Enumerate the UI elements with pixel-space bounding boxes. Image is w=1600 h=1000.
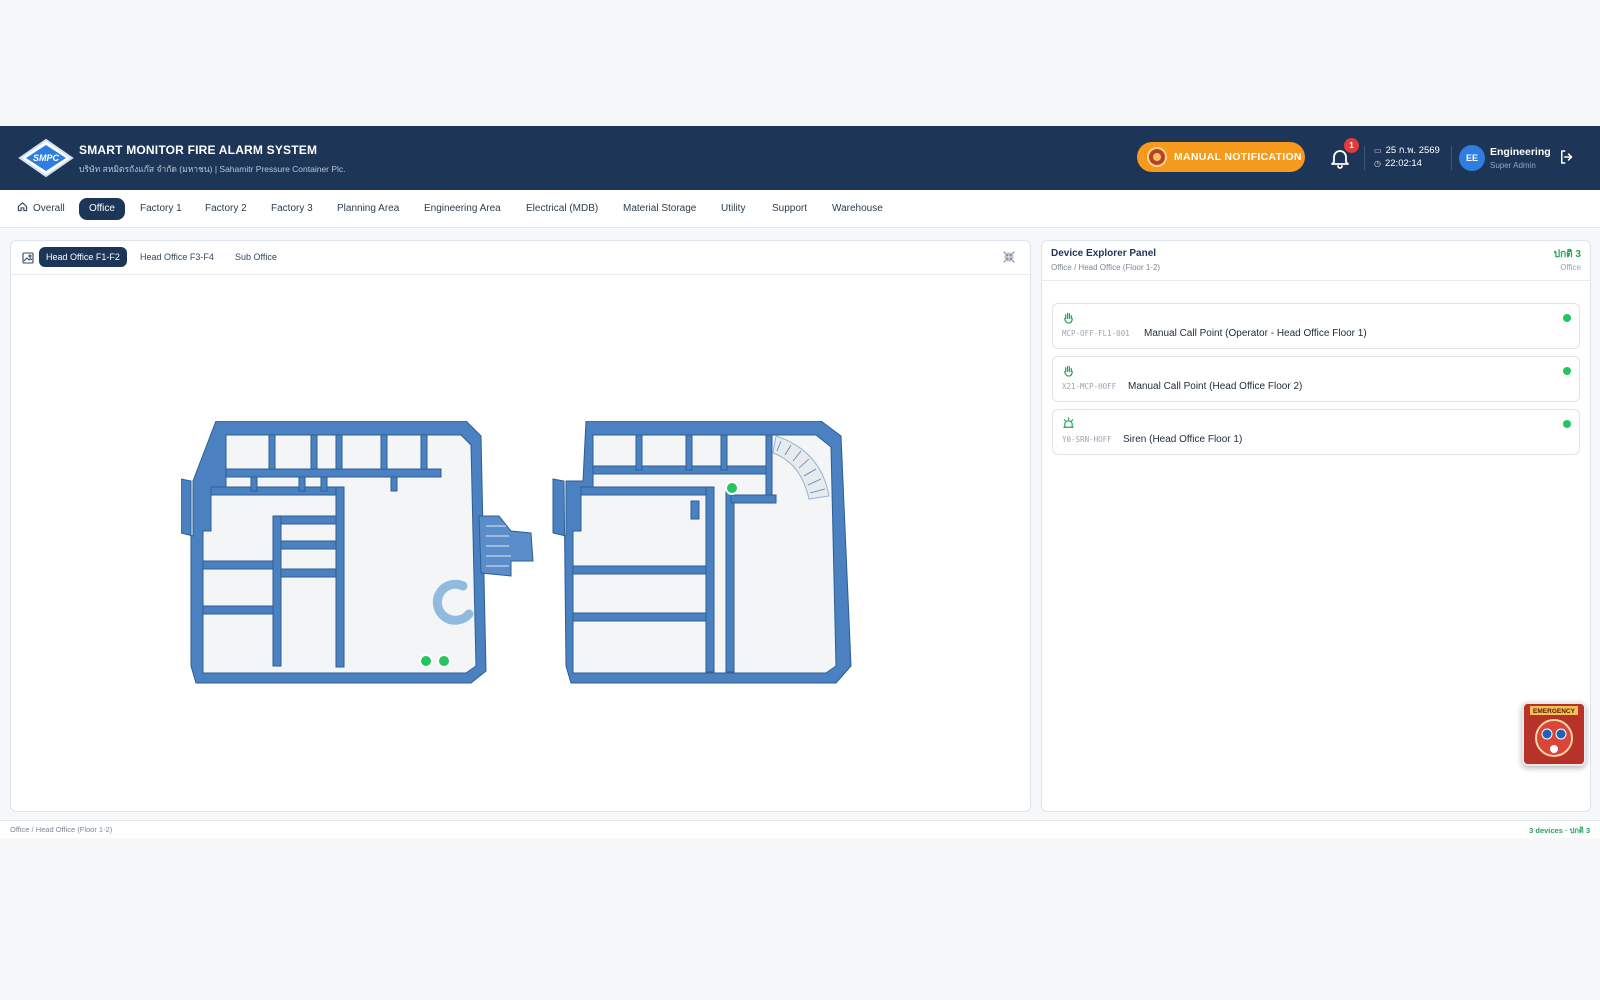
- device-panel-breadcrumb: Office / Head Office (Floor 1-2): [1051, 263, 1161, 272]
- nav-item-factory-1[interactable]: Factory 1: [140, 198, 182, 220]
- company-logo-icon[interactable]: SMPC: [18, 138, 74, 178]
- device-code: MCP-OFF-FL1-001: [1062, 329, 1130, 338]
- nav-item-planning-area[interactable]: Planning Area: [337, 198, 399, 220]
- nav-item-office[interactable]: Office: [79, 198, 125, 220]
- device-status-dot: [1563, 420, 1571, 428]
- siren-icon: [1063, 417, 1074, 428]
- clock-icon: ◷: [1374, 159, 1381, 168]
- header-divider: [1364, 146, 1365, 170]
- floorplan-panel: Head Office F1-F2 Head Office F3-F4 Sub …: [10, 240, 1031, 812]
- app-header: SMPC SMART MONITOR FIRE ALARM SYSTEM บริ…: [0, 126, 1600, 190]
- company-name: บริษัท สหมิตรถังแก๊ส จำกัด (มหาชน) | Sah…: [79, 164, 346, 174]
- device-code: X21-MCP-HOFF: [1062, 382, 1117, 391]
- app-title: SMART MONITOR FIRE ALARM SYSTEM: [79, 143, 318, 157]
- device-status-dot: [1563, 314, 1571, 322]
- calendar-icon: ▭: [1374, 146, 1382, 155]
- logo-text: SMPC: [33, 153, 60, 163]
- floorplan-tabs: Head Office F1-F2 Head Office F3-F4 Sub …: [11, 241, 1030, 275]
- home-icon: [17, 202, 28, 212]
- user-info[interactable]: Engineering Super Admin: [1490, 146, 1551, 170]
- device-status-dot: [1563, 367, 1571, 375]
- device-name: Manual Call Point (Head Office Floor 2): [1128, 381, 1303, 392]
- tab-sub-office[interactable]: Sub Office: [235, 247, 277, 267]
- header-divider: [1451, 146, 1452, 170]
- area-nav: Overall Office Factory 1 Factory 2 Facto…: [0, 190, 1600, 228]
- logout-icon[interactable]: [1558, 148, 1576, 166]
- nav-item-label: Overall: [33, 203, 65, 214]
- nav-item-warehouse[interactable]: Warehouse: [832, 198, 883, 220]
- device-name: Siren (Head Office Floor 1): [1123, 434, 1243, 445]
- manual-notification-label: MANUAL NOTIFICATION: [1174, 151, 1302, 163]
- device-panel-header: Device Explorer Panel Office / Head Offi…: [1042, 241, 1590, 281]
- device-explorer-panel: Device Explorer Panel Office / Head Offi…: [1041, 240, 1591, 812]
- nav-item-engineering-area[interactable]: Engineering Area: [424, 198, 501, 220]
- floorplan-3d-image[interactable]: [181, 421, 881, 706]
- current-date: 25 ก.พ. 2569: [1385, 145, 1440, 156]
- nav-item-electrical-mdb[interactable]: Electrical (MDB): [526, 198, 598, 220]
- datetime-display: ▭ 25 ก.พ. 2569 ◷ 22:02:14: [1374, 144, 1440, 170]
- device-card[interactable]: Y0-SRN-HOFF Siren (Head Office Floor 1): [1052, 409, 1580, 455]
- emergency-alarm-icon: EMERGENCY: [1524, 704, 1584, 764]
- emergency-label: EMERGENCY: [1533, 708, 1576, 715]
- nav-item-support[interactable]: Support: [772, 198, 807, 220]
- emergency-button[interactable]: EMERGENCY: [1522, 702, 1586, 766]
- manual-notification-button[interactable]: MANUAL NOTIFICATION: [1137, 142, 1305, 172]
- collapse-icon[interactable]: [1003, 251, 1015, 263]
- device-panel-title: Device Explorer Panel: [1051, 248, 1157, 259]
- nav-item-overall[interactable]: Overall: [17, 198, 65, 220]
- footer-breadcrumb: Office / Head Office (Floor 1-2): [10, 825, 113, 834]
- hand-icon: [1064, 312, 1073, 324]
- brand: SMART MONITOR FIRE ALARM SYSTEM บริษัท ส…: [79, 143, 346, 176]
- device-card[interactable]: X21-MCP-HOFF Manual Call Point (Head Off…: [1052, 356, 1580, 402]
- user-role: Super Admin: [1490, 161, 1536, 170]
- device-status-area: Office: [1560, 263, 1581, 272]
- nav-item-factory-2[interactable]: Factory 2: [205, 198, 247, 220]
- notification-count-badge: 1: [1344, 138, 1359, 153]
- user-avatar[interactable]: EE: [1459, 145, 1485, 171]
- hand-icon: [1064, 365, 1073, 377]
- status-bar: Office / Head Office (Floor 1-2) 3 devic…: [0, 820, 1600, 838]
- nav-item-utility[interactable]: Utility: [721, 198, 745, 220]
- nav-item-factory-3[interactable]: Factory 3: [271, 198, 313, 220]
- image-icon: [22, 252, 34, 264]
- device-name: Manual Call Point (Operator - Head Offic…: [1144, 328, 1367, 339]
- device-card[interactable]: MCP-OFF-FL1-001 Manual Call Point (Opera…: [1052, 303, 1580, 349]
- alarm-bell-icon: [1147, 147, 1167, 167]
- footer-device-summary: 3 devices · ปกติ 3: [1529, 826, 1590, 835]
- nav-item-material-storage[interactable]: Material Storage: [623, 198, 696, 220]
- tab-head-office-f3-f4[interactable]: Head Office F3-F4: [140, 247, 214, 267]
- current-time: 22:02:14: [1384, 158, 1422, 169]
- user-name: Engineering: [1490, 146, 1551, 158]
- device-code: Y0-SRN-HOFF: [1062, 435, 1112, 444]
- tab-head-office-f1-f2[interactable]: Head Office F1-F2: [39, 247, 127, 267]
- device-status-summary: ปกติ 3: [1553, 249, 1581, 260]
